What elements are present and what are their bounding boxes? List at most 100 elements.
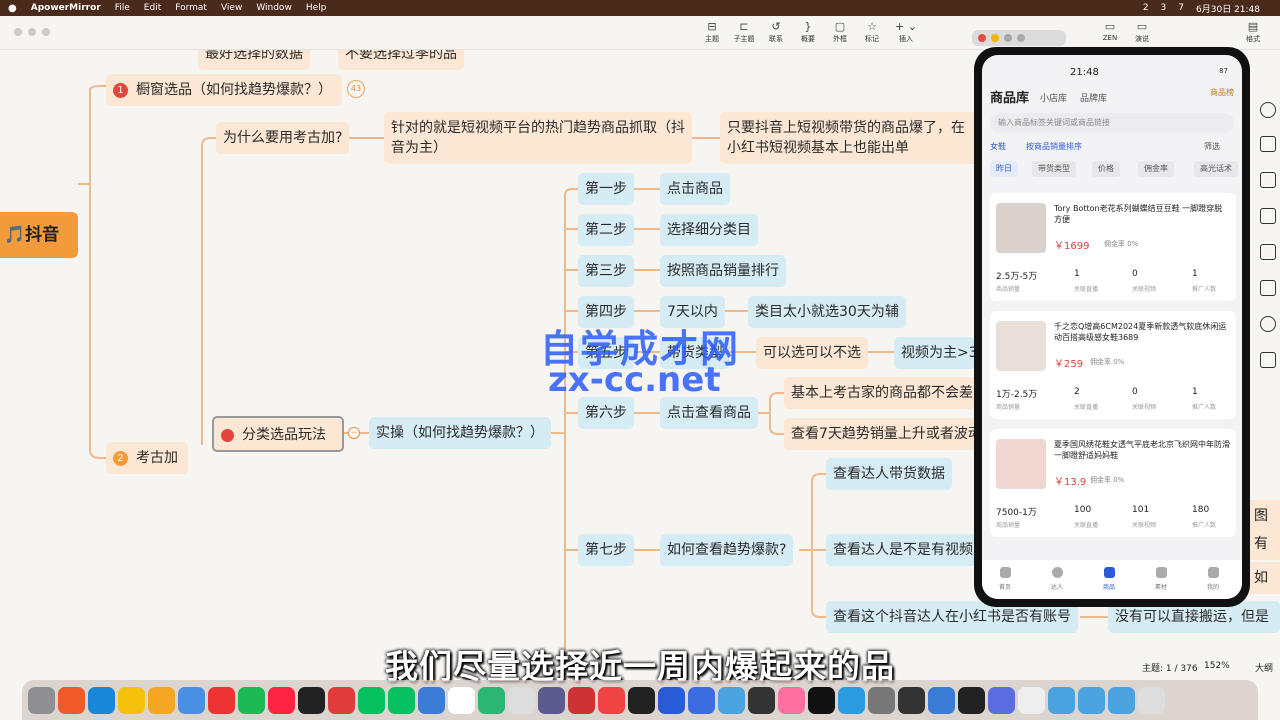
format-button[interactable]: ▤ 格式 bbox=[1238, 20, 1268, 44]
nav-influencer[interactable]: 达人 bbox=[1042, 582, 1072, 591]
app-icon-a[interactable] bbox=[928, 686, 955, 714]
step-6-action[interactable]: 点击查看商品 bbox=[660, 397, 758, 429]
search-input[interactable]: 输入商品标签关键词或商品链接 bbox=[990, 113, 1234, 133]
step-7-note-1[interactable]: 查看达人带货数据 bbox=[826, 458, 952, 490]
chrome-app-icon[interactable] bbox=[118, 686, 145, 714]
brush-icon[interactable] bbox=[1260, 244, 1276, 260]
step-2-action[interactable]: 选择细分类目 bbox=[660, 214, 758, 246]
app-icon-video[interactable] bbox=[958, 686, 985, 714]
edge-app-icon[interactable] bbox=[88, 686, 115, 714]
filter-sort[interactable]: 按商品销量排序 bbox=[1026, 141, 1082, 152]
step-3-label[interactable]: 第三步 bbox=[578, 255, 634, 287]
step-6-note-1[interactable]: 基本上考古家的商品都不会差 bbox=[784, 377, 976, 409]
spotify-app-icon[interactable] bbox=[238, 686, 265, 714]
node-category-selection[interactable]: 分类选品玩法 bbox=[212, 416, 344, 452]
marker-button[interactable]: ☆ 标记 bbox=[857, 20, 887, 44]
summary-button[interactable]: } 概要 bbox=[793, 20, 823, 44]
boundary-button[interactable]: ▢ 外框 bbox=[825, 20, 855, 44]
app-icon-purple[interactable] bbox=[538, 686, 565, 714]
wechat-app-icon[interactable] bbox=[358, 686, 385, 714]
user-icon[interactable] bbox=[1260, 102, 1276, 118]
folder-icon[interactable] bbox=[1048, 686, 1075, 714]
netease-app-icon[interactable] bbox=[208, 686, 235, 714]
xmind-app-icon[interactable] bbox=[598, 686, 625, 714]
folder-icon-3[interactable] bbox=[1108, 686, 1135, 714]
product-card-1[interactable]: Tory Botton老花系列蝴蝶结豆豆鞋 一脚蹬穿脱方便 ￥1699 佣金率 … bbox=[990, 193, 1236, 301]
trash-icon[interactable] bbox=[1138, 686, 1165, 714]
step-7-action[interactable]: 如何查看趋势爆款? bbox=[660, 534, 794, 566]
app-icon-dark[interactable] bbox=[898, 686, 925, 714]
photos-app-icon[interactable] bbox=[148, 686, 175, 714]
crop-icon[interactable] bbox=[1260, 280, 1276, 296]
menu-file[interactable]: File bbox=[115, 3, 130, 13]
product-card-2[interactable]: 千之恋Q增高6CM2024夏季新款透气软底休闲运动百搭高级感女鞋3689 ￥25… bbox=[990, 311, 1236, 419]
menu-window[interactable]: Window bbox=[256, 3, 292, 13]
relationship-button[interactable]: ↺ 联系 bbox=[761, 20, 791, 44]
node-practice[interactable]: 实操（如何找趋势爆款？） bbox=[369, 417, 551, 449]
edge-fragment-2[interactable]: 有 bbox=[1250, 528, 1280, 560]
step-4-note[interactable]: 类目太小就选30天为辅 bbox=[748, 296, 906, 328]
menu-edit[interactable]: Edit bbox=[144, 3, 161, 13]
node-partial-data[interactable]: 最好选择的数据 bbox=[198, 50, 310, 70]
present-button[interactable]: ▭ 演说 bbox=[1127, 20, 1157, 44]
screenshot-icon[interactable] bbox=[1260, 172, 1276, 188]
filter-category[interactable]: 女鞋 bbox=[990, 141, 1006, 152]
nav-profile[interactable]: 我的 bbox=[1198, 582, 1228, 591]
step-1-action[interactable]: 点击商品 bbox=[660, 173, 730, 205]
settings-icon[interactable] bbox=[1260, 316, 1276, 332]
app-icon-play[interactable] bbox=[988, 686, 1015, 714]
step-5-note[interactable]: 可以选可以不选 bbox=[756, 337, 868, 369]
cart-icon[interactable] bbox=[1260, 352, 1276, 368]
collapse-toggle[interactable]: − bbox=[348, 427, 360, 439]
branch-kaogujia[interactable]: 2 考古加 bbox=[106, 442, 188, 474]
node-why-note[interactable]: 只要抖音上短视频带货的商品爆了，在小红书短视频基本上也能出单 bbox=[720, 112, 980, 164]
filter-button[interactable]: 筛选 bbox=[1204, 141, 1220, 152]
zen-button[interactable]: ▭ ZEN bbox=[1095, 20, 1125, 42]
close-button[interactable] bbox=[14, 28, 22, 36]
tab-brand-library[interactable]: 品牌库 bbox=[1080, 91, 1107, 104]
settings-app-icon[interactable] bbox=[868, 686, 895, 714]
menu-app-name[interactable]: ApowerMirror bbox=[31, 3, 101, 13]
topic-button[interactable]: ⊟ 主题 bbox=[697, 20, 727, 44]
fullscreen-icon[interactable] bbox=[1260, 136, 1276, 152]
tradingview-app-icon[interactable] bbox=[628, 686, 655, 714]
product-card-3[interactable]: 夏季国风绣花鞋女透气平底老北京飞织网中年防滑一脚蹬舒适妈妈鞋 ￥13.9 佣金率… bbox=[990, 429, 1236, 537]
document-icon[interactable] bbox=[1018, 686, 1045, 714]
mirror-close-button[interactable] bbox=[978, 34, 986, 42]
app-icon-light-blue[interactable] bbox=[718, 686, 745, 714]
chip-price[interactable]: 价格 bbox=[1092, 161, 1120, 177]
acrobat-app-icon[interactable] bbox=[328, 686, 355, 714]
xiaohongshu-app-icon[interactable] bbox=[268, 686, 295, 714]
step-7-label[interactable]: 第七步 bbox=[578, 534, 634, 566]
home-icon[interactable] bbox=[1000, 567, 1011, 578]
collapsed-count-badge[interactable]: 43 bbox=[347, 80, 365, 98]
chip-commission[interactable]: 佣金率 bbox=[1138, 161, 1174, 177]
step-6-label[interactable]: 第六步 bbox=[578, 397, 634, 429]
mirror-minimize-button[interactable] bbox=[991, 34, 999, 42]
wps-app-icon[interactable] bbox=[568, 686, 595, 714]
mirror-expand-button[interactable] bbox=[1017, 34, 1025, 42]
branch-window-selection[interactable]: 1 橱窗选品（如何找趋势爆款？） bbox=[106, 74, 342, 106]
menu-view[interactable]: View bbox=[221, 3, 242, 13]
status-item-6[interactable]: 6月30日 21:48 bbox=[1196, 2, 1260, 15]
step-3-action[interactable]: 按照商品销量排行 bbox=[660, 255, 786, 287]
chip-highlight[interactable]: 高光话术 bbox=[1194, 161, 1238, 177]
cloud-app-icon[interactable] bbox=[178, 686, 205, 714]
app-icon-blue-2[interactable] bbox=[688, 686, 715, 714]
nav-home[interactable]: 首页 bbox=[990, 582, 1020, 591]
app-icon-green[interactable] bbox=[478, 686, 505, 714]
step-2-label[interactable]: 第二步 bbox=[578, 214, 634, 246]
influencer-icon[interactable] bbox=[1052, 567, 1063, 578]
capcut-app-icon[interactable] bbox=[808, 686, 835, 714]
step-5-note2[interactable]: 视频为主>3 bbox=[894, 337, 976, 369]
status-item-7[interactable]: 7 bbox=[1178, 3, 1184, 13]
nav-material[interactable]: 素材 bbox=[1146, 582, 1176, 591]
app-icon-blue[interactable] bbox=[658, 686, 685, 714]
finder-app-icon[interactable] bbox=[28, 686, 55, 714]
nav-product[interactable]: 商品 bbox=[1094, 582, 1124, 591]
app-icon-grey[interactable] bbox=[508, 686, 535, 714]
node-partial-season[interactable]: 不要选择过季的品 bbox=[338, 50, 464, 70]
menu-help[interactable]: Help bbox=[306, 3, 327, 13]
profile-icon[interactable] bbox=[1208, 567, 1219, 578]
calendar-app-icon[interactable] bbox=[748, 686, 775, 714]
